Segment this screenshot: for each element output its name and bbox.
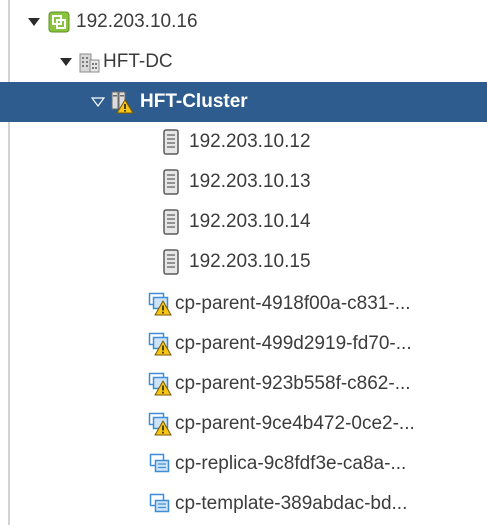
tree-node-label: 192.203.10.13 [189,171,311,192]
vm-warning-icon [148,292,172,316]
tree-node-host[interactable]: 192.203.10.13 [0,162,487,202]
tree-node-label: cp-parent-923b558f-c862-... [175,373,411,394]
cluster-warning-icon [110,90,134,114]
tree-node-datacenter[interactable]: HFT-DC [0,42,487,82]
vm-warning-icon [148,412,172,436]
tree-node-label: cp-parent-499d2919-fd70-... [175,333,412,354]
tree-node-host[interactable]: 192.203.10.15 [0,242,487,282]
tree-node-vm[interactable]: cp-parent-923b558f-c862-... [0,364,487,404]
vm-icon [148,452,172,476]
tree-node-cluster[interactable]: HFT-Cluster [0,82,487,122]
tree-node-label: HFT-Cluster [140,91,248,112]
tree-node-label: 192.203.10.12 [189,131,311,152]
expand-arrow-icon[interactable] [90,94,106,110]
tree-node-vm[interactable]: cp-replica-9c8fdf3e-ca8a-... [0,444,487,484]
tree-node-label: cp-template-389abdac-bd... [175,493,408,514]
tree-node-host[interactable]: 192.203.10.14 [0,202,487,242]
expand-arrow-icon[interactable] [26,14,42,30]
tree-node-host[interactable]: 192.203.10.12 [0,122,487,162]
host-server-icon [163,249,179,275]
host-server-icon [163,129,179,155]
vm-icon [148,492,172,516]
inventory-tree: 192.203.10.16 HFT-DC HFT-Cluster 192.203… [0,0,487,525]
tree-node-label: cp-parent-9ce4b472-0ce2-... [175,413,415,434]
vm-warning-icon [148,372,172,396]
expand-arrow-icon[interactable] [58,54,74,70]
tree-node-vm[interactable]: cp-template-389abdac-bd... [0,484,487,524]
vm-warning-icon [148,332,172,356]
tree-node-label: 192.203.10.15 [189,251,311,272]
host-server-icon [163,169,179,195]
tree-node-label: 192.203.10.14 [189,211,311,232]
tree-node-label: 192.203.10.16 [76,11,198,32]
tree-node-vm[interactable]: cp-parent-9ce4b472-0ce2-... [0,404,487,444]
vcenter-icon [48,11,70,33]
tree-node-label: HFT-DC [103,51,173,72]
tree-node-vcenter[interactable]: 192.203.10.16 [0,2,487,42]
tree-node-vm[interactable]: cp-parent-499d2919-fd70-... [0,324,487,364]
tree-node-vm[interactable]: cp-parent-4918f00a-c831-... [0,284,487,324]
tree-node-label: cp-replica-9c8fdf3e-ca8a-... [175,453,407,474]
datacenter-icon [78,51,100,73]
host-server-icon [163,209,179,235]
tree-node-label: cp-parent-4918f00a-c831-... [175,293,411,314]
